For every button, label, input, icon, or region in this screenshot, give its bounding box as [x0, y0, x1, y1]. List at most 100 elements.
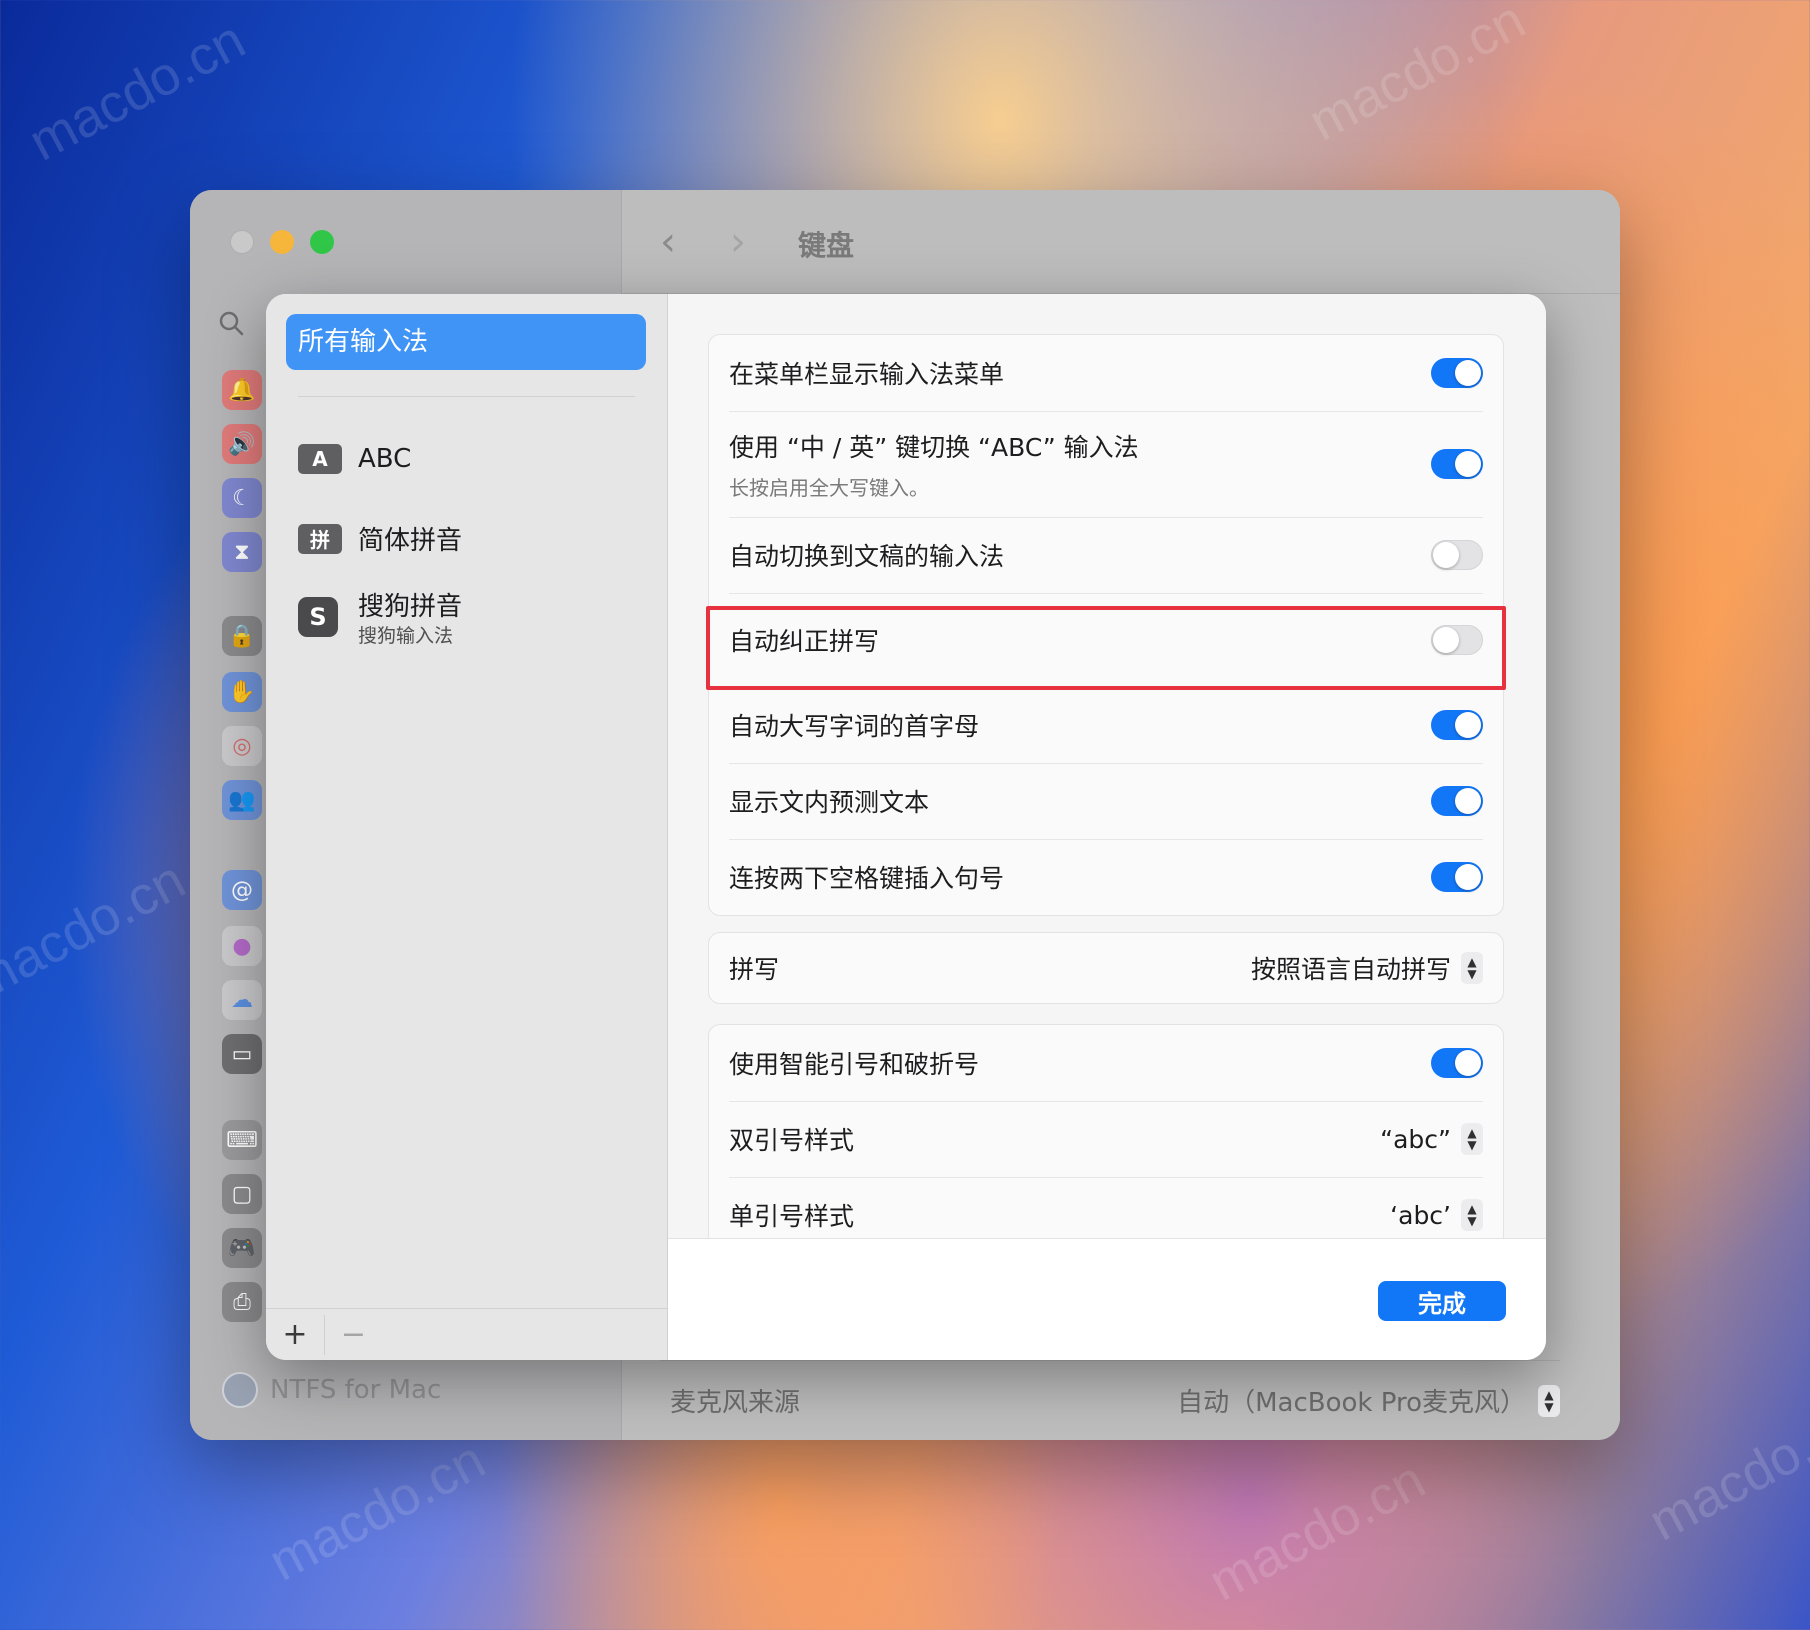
sidebar-item-label: 简体拼音 [358, 526, 463, 556]
hourglass-icon[interactable]: ⧗ [222, 532, 262, 572]
setting-label: 自动切换到文稿的输入法 [729, 542, 1005, 571]
spelling-group: 拼写 按照语言自动拼写 ▲ ▼ [708, 932, 1504, 1004]
wallet-icon[interactable]: ▭ [222, 1034, 262, 1074]
setting-row-double-quote: 双引号样式 “abc” ▲ ▼ [709, 1101, 1503, 1177]
single-quote-value: ‘abc’ [1390, 1200, 1451, 1230]
watermark-text: macdo.cn [0, 849, 195, 1013]
hand-icon[interactable]: ✋ [222, 672, 262, 712]
sidebar-item-ntfs[interactable]: NTFS for Mac [222, 1372, 441, 1408]
quotes-group: 使用智能引号和破折号 双引号样式 “abc” ▲ ▼ 单引号样式 ‘abc’ ▲ ▼ [708, 1024, 1504, 1238]
updown-chevron-icon: ▲ ▼ [1461, 1199, 1483, 1231]
at-icon[interactable]: @ [222, 870, 262, 910]
watermark-text: macdo.cn [1639, 1389, 1810, 1553]
setting-label: 在菜单栏显示输入法菜单 [729, 360, 1005, 389]
updown-chevron-icon: ▲ ▼ [1538, 1384, 1560, 1417]
spelling-value: 按照语言自动拼写 [1250, 955, 1451, 984]
mic-source-select[interactable]: 自动（MacBook Pro麦克风） ▲ ▼ [1177, 1382, 1560, 1419]
input-sources-sidebar: 所有输入法 A ABC 拼 简体拼音 S 搜狗拼音 搜狗输入法 + − [266, 294, 668, 1360]
printer-icon[interactable]: ⎙ [222, 1282, 262, 1322]
input-options-group: 在菜单栏显示输入法菜单 使用 “中 / 英” 键切换 “ABC” 输入法 长按启… [708, 334, 1504, 916]
menubar-toggle[interactable] [1431, 358, 1483, 388]
window-toolbar [622, 190, 1620, 294]
abc-input-icon: A [298, 444, 342, 474]
double-quote-value: “abc” [1380, 1124, 1451, 1154]
sidebar-item-label: ABC [358, 444, 412, 474]
moon-icon[interactable]: ☾ [222, 478, 262, 518]
setting-row-autocapitalize: 自动大写字词的首字母 [709, 687, 1503, 763]
spelling-select[interactable]: 按照语言自动拼写 ▲ ▼ [1251, 950, 1483, 986]
watermark-text: macdo.cn [19, 9, 255, 173]
fingerprint-icon[interactable]: ◎ [222, 726, 262, 766]
fn-switch-toggle[interactable] [1431, 449, 1483, 479]
input-settings-pane: 在菜单栏显示输入法菜单 使用 “中 / 英” 键切换 “ABC” 输入法 长按启… [668, 294, 1546, 1238]
setting-row-autocorrect: 自动纠正拼写 [709, 593, 1503, 687]
updown-chevron-icon: ▲ ▼ [1461, 1123, 1483, 1155]
sidebar-item-label: NTFS for Mac [270, 1375, 442, 1405]
speaker-icon[interactable]: 🔊 [222, 424, 262, 464]
pinyin-input-icon: 拼 [298, 523, 342, 554]
setting-label: 自动大写字词的首字母 [729, 712, 980, 741]
forward-chevron-icon[interactable]: › [730, 218, 746, 266]
setting-label: 双引号样式 [729, 1126, 855, 1155]
setting-row-fn-switch: 使用 “中 / 英” 键切换 “ABC” 输入法 长按启用全大写键入。 [709, 411, 1503, 517]
setting-row-single-quote: 单引号样式 ‘abc’ ▲ ▼ [709, 1177, 1503, 1238]
mic-source-label: 麦克风来源 [670, 1388, 801, 1418]
add-input-source-button[interactable]: + [266, 1315, 324, 1355]
close-button[interactable] [230, 230, 254, 254]
back-chevron-icon[interactable]: ‹ [660, 218, 676, 266]
users-icon[interactable]: 👥 [222, 780, 262, 820]
window-title: 键盘 [798, 229, 855, 262]
setting-label: 自动纠正拼写 [729, 627, 880, 656]
autocapitalize-toggle[interactable] [1431, 710, 1483, 740]
keyboard-icon[interactable]: ⌨ [222, 1120, 262, 1160]
sheet-footer: 完成 [668, 1238, 1546, 1360]
setting-label: 连按两下空格键插入句号 [729, 864, 1005, 893]
game-center-icon[interactable]: ● [222, 926, 262, 966]
double-quote-select[interactable]: “abc” ▲ ▼ [1380, 1123, 1483, 1155]
single-quote-select[interactable]: ‘abc’ ▲ ▼ [1390, 1199, 1483, 1231]
mic-source-value: 自动（MacBook Pro麦克风） [1177, 1388, 1526, 1418]
lock-icon[interactable]: 🔒 [222, 616, 262, 656]
trackpad-icon[interactable]: ▢ [222, 1174, 262, 1214]
icloud-icon[interactable]: ☁ [222, 980, 262, 1020]
auto-switch-toggle[interactable] [1431, 540, 1483, 570]
sidebar-item-label: 搜狗拼音 [358, 592, 463, 622]
sidebar-item-abc[interactable]: A ABC [298, 444, 411, 474]
zoom-button[interactable] [310, 230, 334, 254]
watermark-text: macdo.cn [1299, 0, 1535, 153]
sidebar-item-sublabel: 搜狗输入法 [358, 625, 454, 647]
gamepad-icon[interactable]: 🎮 [222, 1228, 262, 1268]
sogou-input-icon: S [298, 597, 338, 637]
watermark-text: macdo.cn [1199, 1449, 1435, 1613]
setting-row-menubar: 在菜单栏显示输入法菜单 [709, 335, 1503, 411]
smart-quotes-toggle[interactable] [1431, 1048, 1483, 1078]
input-sources-sheet: 所有输入法 A ABC 拼 简体拼音 S 搜狗拼音 搜狗输入法 + − 在菜单栏… [266, 294, 1546, 1360]
mic-source-row: 麦克风来源 自动（MacBook Pro麦克风） ▲ ▼ [660, 1360, 1560, 1440]
setting-label: 使用智能引号和破折号 [729, 1050, 980, 1079]
sidebar-item-all-input-sources[interactable]: 所有输入法 [286, 314, 646, 370]
predictive-text-toggle[interactable] [1431, 786, 1483, 816]
divider [298, 396, 635, 397]
setting-label: 单引号样式 [729, 1202, 855, 1231]
setting-row-predictive: 显示文内预测文本 [709, 763, 1503, 839]
ntfs-icon [222, 1372, 258, 1408]
remove-input-source-button[interactable]: − [324, 1314, 382, 1355]
bell-icon[interactable]: 🔔 [222, 370, 262, 410]
setting-sublabel: 长按启用全大写键入。 [729, 475, 929, 500]
sidebar-item-sogou[interactable]: S 搜狗拼音 搜狗输入法 [298, 586, 462, 648]
sidebar-item-pinyin[interactable]: 拼 简体拼音 [298, 520, 462, 557]
setting-row-double-space: 连按两下空格键插入句号 [709, 839, 1503, 915]
autocorrect-toggle[interactable] [1431, 625, 1483, 655]
double-space-period-toggle[interactable] [1431, 862, 1483, 892]
setting-row-spelling: 拼写 按照语言自动拼写 ▲ ▼ [709, 933, 1503, 1003]
watermark-text: macdo.cn [259, 1429, 495, 1593]
setting-label: 显示文内预测文本 [729, 788, 930, 817]
setting-row-auto-switch: 自动切换到文稿的输入法 [709, 517, 1503, 593]
updown-chevron-icon: ▲ ▼ [1461, 952, 1483, 984]
search-icon[interactable] [218, 310, 244, 336]
minimize-button[interactable] [270, 230, 294, 254]
done-button[interactable]: 完成 [1378, 1281, 1506, 1321]
sidebar-footer: + − [266, 1308, 667, 1360]
setting-row-smart-quotes: 使用智能引号和破折号 [709, 1025, 1503, 1101]
setting-label: 拼写 [729, 955, 780, 984]
